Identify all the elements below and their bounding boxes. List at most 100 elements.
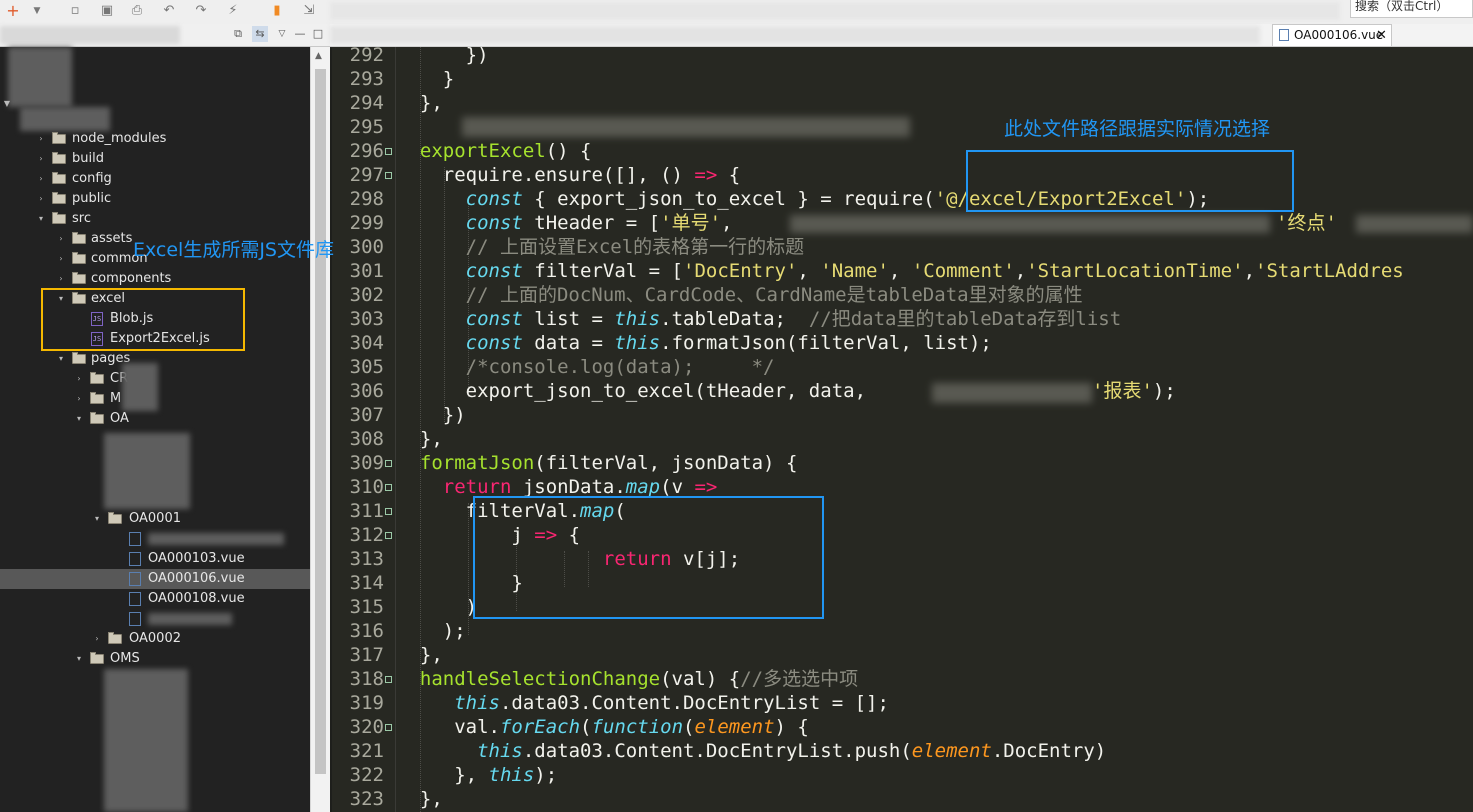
fold-toggle-icon[interactable]	[385, 460, 392, 467]
line-number: 296	[349, 140, 384, 162]
blurred-region	[104, 433, 190, 509]
export-icon[interactable]: ⇲	[300, 2, 318, 20]
tree-item-oa[interactable]: ▾ OA	[0, 409, 310, 429]
tree-item-src[interactable]: ▾ src	[0, 209, 310, 229]
chevron-down-icon[interactable]: ▼	[28, 2, 46, 20]
vue-file-icon	[1279, 29, 1289, 41]
line-number: 306	[349, 380, 384, 402]
fold-toggle-icon[interactable]	[385, 508, 392, 515]
editor-tabbar: OA000106.vue ✕	[330, 24, 1473, 47]
line-number: 292	[349, 47, 384, 66]
minimize-icon[interactable]: —	[292, 26, 308, 42]
maximize-icon[interactable]: □	[310, 26, 326, 42]
blurred-region	[148, 533, 284, 545]
code-line-315: )	[465, 596, 478, 618]
tab-label: OA000106.vue	[1294, 28, 1384, 42]
tab-oa000106[interactable]: OA000106.vue ✕	[1272, 24, 1392, 46]
fold-toggle-icon[interactable]	[385, 676, 392, 683]
line-number: 322	[349, 764, 384, 786]
tree-item-oa000110[interactable]	[0, 609, 310, 629]
fold-toggle-icon[interactable]	[385, 724, 392, 731]
tree-item-node-modules[interactable]: › node_modules	[0, 129, 310, 149]
code-line-318: handleSelectionChange(val) {//多选选中项	[419, 668, 859, 690]
blurred-region	[0, 26, 180, 44]
save-all-icon[interactable]: ▣	[98, 2, 116, 20]
line-number: 312	[349, 524, 384, 546]
new-plus-icon[interactable]: +	[4, 2, 22, 20]
scroll-up-icon[interactable]: ▲	[315, 51, 322, 61]
tree-item-public[interactable]: › public	[0, 189, 310, 209]
line-number: 299	[349, 212, 384, 234]
close-icon[interactable]: ✕	[1376, 25, 1387, 46]
line-number-gutter: 292 293 294 295 296 297 298 299 300 301 302 303 304 3…	[332, 47, 395, 812]
line-number: 320	[349, 716, 384, 738]
tree-item-build[interactable]: › build	[0, 149, 310, 169]
bookmark-icon[interactable]: ▮	[268, 2, 286, 20]
code-line-321: this.data03.Content.DocEntryList.push(el…	[477, 740, 1107, 762]
tree-item-oa0002[interactable]: › OA0002	[0, 629, 310, 649]
code-line-319: this.data03.Content.DocEntryList = [];	[454, 692, 889, 714]
chevron-down-icon[interactable]: ▽	[274, 26, 290, 42]
line-number: 302	[349, 284, 384, 306]
tree-item-oa0001[interactable]: ▾ OA0001	[0, 509, 310, 529]
code-line-322: }, this);	[454, 764, 558, 786]
blurred-region	[462, 117, 910, 137]
scrollbar-thumb[interactable]	[315, 69, 326, 774]
line-number: 310	[349, 476, 384, 498]
folder-icon	[52, 152, 66, 164]
link-editor-icon[interactable]: ⇆	[252, 26, 268, 42]
line-number: 304	[349, 332, 384, 354]
undo-icon[interactable]: ↶	[160, 2, 178, 20]
explorer-scrollbar[interactable]: ▲	[310, 47, 330, 812]
line-number: 315	[349, 596, 384, 618]
tree-item-config[interactable]: › config	[0, 169, 310, 189]
code-line-308: },	[397, 428, 443, 450]
blurred-region	[104, 669, 188, 812]
code-line-306-end: '报表');	[1092, 380, 1176, 402]
code-line-305: /*console.log(data); */	[465, 356, 775, 378]
fold-toggle-icon[interactable]	[385, 484, 392, 491]
tree-item-oa000106-vue[interactable]: OA000106.vue	[0, 569, 310, 589]
vue-file-icon	[129, 532, 141, 546]
tree-item-oa000102[interactable]	[0, 529, 310, 549]
line-number: 297	[349, 164, 384, 186]
path-note-annotation: 此处文件路径跟据实际情况选择	[1004, 118, 1271, 140]
excel-folder-highlight-box	[41, 288, 245, 351]
blurred-region	[932, 383, 1092, 403]
tree-item-oa000103-vue[interactable]: OA000103.vue	[0, 549, 310, 569]
code-line-304: const data = this.formatJson(filterVal, …	[465, 332, 992, 354]
line-number: 295	[349, 116, 384, 138]
line-number: 313	[349, 548, 384, 570]
fold-toggle-icon[interactable]	[385, 148, 392, 155]
code-line-317: },	[397, 644, 443, 666]
code-line-301: const filterVal = ['DocEntry', 'Name', '…	[465, 260, 1404, 282]
code-line-292: })	[397, 47, 489, 66]
tree-item-oms[interactable]: ▾ OMS	[0, 649, 310, 669]
folder-icon	[72, 252, 86, 264]
code-line-296: exportExcel() {	[419, 140, 592, 162]
line-number: 308	[349, 428, 384, 450]
line-number: 294	[349, 92, 384, 114]
folder-icon	[90, 392, 104, 404]
fold-toggle-icon[interactable]	[385, 532, 392, 539]
save-icon[interactable]: ▫	[66, 2, 84, 20]
tree-item-components[interactable]: › components	[0, 269, 310, 289]
vue-file-icon	[129, 592, 141, 606]
folder-icon	[72, 272, 86, 284]
fold-toggle-icon[interactable]	[385, 172, 392, 179]
print-icon[interactable]: ⎙	[128, 2, 146, 20]
run-icon[interactable]: ⚡	[224, 2, 242, 20]
code-line-320: val.forEach(function(element) {	[454, 716, 809, 738]
redo-icon[interactable]: ↷	[192, 2, 210, 20]
search-input[interactable]: 搜索（双击Ctrl）	[1350, 0, 1473, 18]
blurred-region	[330, 2, 1340, 20]
line-number: 298	[349, 188, 384, 210]
tree-item-oa000108-vue[interactable]: OA000108.vue	[0, 589, 310, 609]
folder-icon	[72, 232, 86, 244]
folder-icon	[52, 172, 66, 184]
blurred-region	[122, 363, 158, 411]
code-editor[interactable]: 292 293 294 295 296 297 298 299 300 301 302 303 304 3…	[332, 47, 1473, 812]
blurred-region	[148, 613, 232, 625]
code-line-323: },	[397, 788, 443, 810]
collapse-icon[interactable]: ⧉	[230, 26, 246, 42]
